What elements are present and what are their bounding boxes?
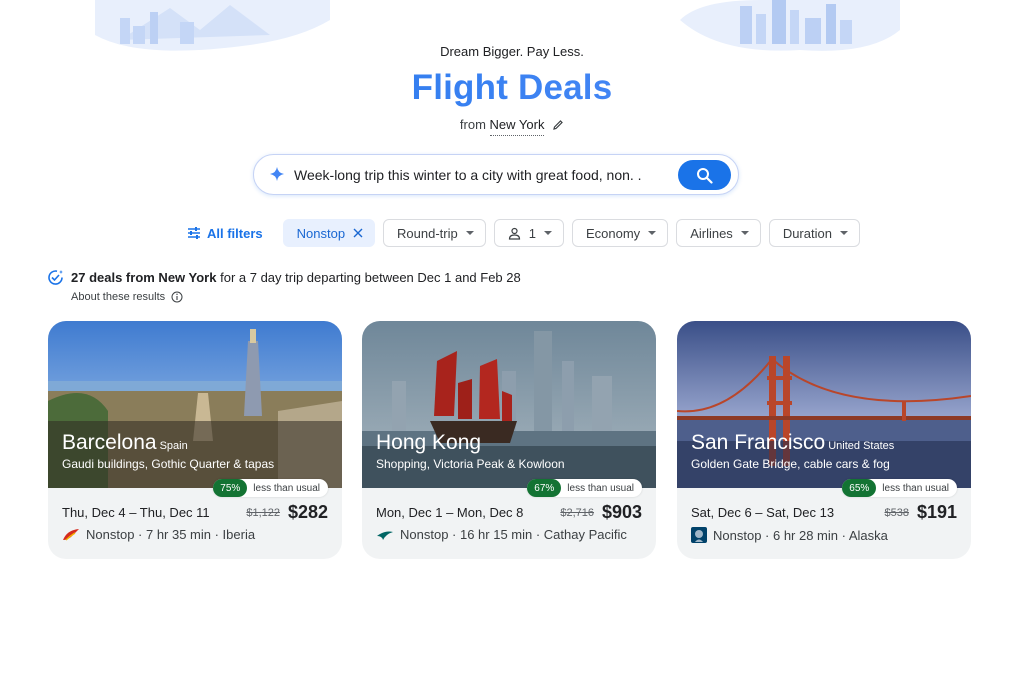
destination-city: San Francisco United States (691, 431, 895, 454)
chevron-down-icon (543, 231, 552, 235)
destination-description: Golden Gate Bridge, cable cars & fog (691, 457, 890, 471)
edit-pencil-icon[interactable] (552, 119, 564, 134)
trip-dates: Mon, Dec 1 – Mon, Dec 8 (376, 505, 524, 520)
tagline: Dream Bigger. Pay Less. (440, 44, 584, 59)
origin-prefix: from (459, 117, 486, 132)
all-filters-label: All filters (207, 225, 263, 241)
nonstop-chip[interactable]: Nonstop (282, 219, 376, 247)
results-count: 27 deals from New York (71, 270, 217, 285)
destination-city: Hong Kong (376, 431, 482, 454)
about-results-label: About these results (71, 291, 166, 303)
origin-city-selector[interactable]: New York (489, 117, 545, 136)
origin-line: from New York (0, 117, 1024, 136)
chevron-down-icon (740, 231, 749, 235)
airlines-dropdown[interactable]: Airlines (676, 219, 761, 247)
results-criteria: for a 7 day trip departing between Dec 1… (216, 270, 521, 285)
page-title: Flight Deals (0, 68, 1024, 108)
destination-country: Spain (159, 440, 188, 452)
deal-card[interactable]: Hong Kong Shopping, Victoria Peak & Kowl… (362, 321, 656, 559)
deal-price: $903 (601, 502, 642, 522)
chevron-down-icon (839, 231, 848, 235)
alaska-logo-icon (691, 527, 707, 543)
nonstop-chip-label: Nonstop (296, 225, 346, 241)
duration-dropdown[interactable]: Duration (768, 219, 860, 247)
trip-dates: Sat, Dec 6 – Sat, Dec 13 (691, 505, 835, 520)
about-results-link[interactable]: About these results (71, 291, 183, 303)
search-button[interactable] (678, 160, 731, 190)
filter-bar: All filters Nonstop Round-trip 1 Economy… (183, 219, 860, 247)
destination-country: United States (828, 440, 895, 452)
flight-details: Nonstop · 16 hr 15 min · Cathay Pacific (376, 527, 627, 542)
check-circle-icon (48, 270, 63, 285)
cabin-class-dropdown[interactable]: Economy (571, 219, 669, 247)
chevron-down-icon (465, 231, 474, 235)
destination-city: Barcelona Spain (62, 431, 188, 454)
trip-type-label: Round-trip (397, 225, 458, 241)
deal-price: $191 (916, 502, 957, 522)
usual-price: $2,716 (560, 507, 594, 519)
trip-type-dropdown[interactable]: Round-trip (383, 219, 486, 247)
close-icon[interactable] (353, 228, 363, 238)
cathay-pacific-logo-icon (377, 531, 393, 540)
person-icon (508, 227, 520, 240)
search-bar[interactable]: Week-long trip this winter to a city wit… (253, 154, 739, 195)
savings-badge: 67% less than usual (527, 479, 642, 497)
destination-description: Gaudi buildings, Gothic Quarter & tapas (62, 457, 275, 471)
duration-label: Duration (782, 225, 832, 241)
usual-price: $1,122 (246, 507, 280, 519)
search-input[interactable]: Week-long trip this winter to a city wit… (294, 167, 642, 183)
deal-card[interactable]: San Francisco United States Golden Gate B… (677, 321, 971, 559)
all-filters-button[interactable]: All filters (183, 219, 271, 247)
airlines-label: Airlines (690, 225, 733, 241)
destination-description: Shopping, Victoria Peak & Kowloon (376, 457, 565, 471)
deal-price: $282 (287, 502, 328, 522)
info-icon (171, 291, 183, 303)
savings-badge: 65% less than usual (842, 479, 957, 497)
savings-badge: 75% less than usual (213, 479, 328, 497)
passengers-dropdown[interactable]: 1 (493, 219, 564, 247)
iberia-logo-icon (63, 528, 79, 541)
cabin-class-label: Economy (585, 225, 641, 241)
usual-price: $538 (884, 507, 909, 519)
chevron-down-icon (648, 231, 657, 235)
flight-details: Nonstop · 7 hr 35 min · Iberia (62, 527, 255, 542)
deal-card[interactable]: Barcelona Spain Gaudi buildings, Gothic Q… (48, 321, 342, 559)
search-icon (697, 168, 713, 184)
sparkle-icon (269, 166, 285, 187)
filter-sliders-icon (188, 227, 200, 239)
passengers-count: 1 (528, 225, 536, 241)
flight-details: Nonstop · 6 hr 28 min · Alaska (691, 527, 888, 543)
trip-dates: Thu, Dec 4 – Thu, Dec 11 (62, 505, 210, 520)
